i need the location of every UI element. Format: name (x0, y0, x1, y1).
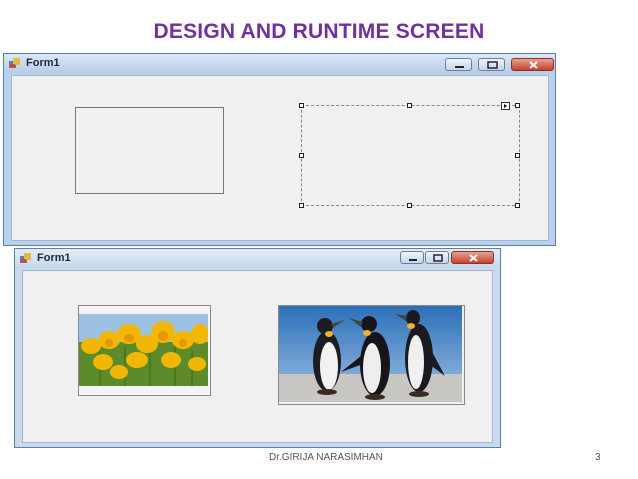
smart-tag-arrow-icon[interactable] (501, 102, 510, 110)
penguins-image (278, 305, 465, 405)
runtime-close-button[interactable] (451, 251, 494, 264)
design-form-window: Form1 (3, 53, 556, 246)
resize-handle[interactable] (515, 203, 520, 208)
slide-page-number: 3 (595, 452, 601, 463)
maximize-icon (487, 61, 498, 69)
runtime-form-title: Form1 (37, 252, 71, 264)
resize-handle[interactable] (407, 203, 412, 208)
resize-handle[interactable] (407, 103, 412, 108)
penguins-picture (279, 306, 462, 402)
design-picturebox-1[interactable] (75, 107, 224, 194)
tulips-image (78, 305, 211, 396)
runtime-maximize-button[interactable] (425, 251, 449, 264)
design-minimize-button[interactable] (445, 58, 472, 71)
design-close-button[interactable] (511, 58, 554, 71)
close-icon (469, 254, 478, 262)
tulips-picture (79, 306, 209, 393)
resize-handle[interactable] (299, 153, 304, 158)
minimize-icon (409, 259, 417, 261)
slide-footer-author: Dr.GIRIJA NARASIMHAN (269, 452, 383, 463)
resize-handle[interactable] (515, 153, 520, 158)
design-form-title: Form1 (26, 57, 60, 69)
maximize-icon (433, 254, 443, 262)
design-picturebox-2-selected[interactable] (299, 102, 520, 208)
runtime-minimize-button[interactable] (400, 251, 424, 264)
design-maximize-button[interactable] (478, 58, 505, 71)
runtime-form-window: Form1 (14, 248, 501, 448)
close-icon (529, 61, 538, 69)
design-title-bar[interactable]: Form1 (4, 54, 555, 73)
slide-title: DESIGN AND RUNTIME SCREEN (153, 20, 485, 43)
design-form-client-area (11, 75, 549, 241)
form-icon (9, 58, 20, 68)
runtime-title-bar[interactable]: Form1 (15, 249, 500, 268)
resize-handle[interactable] (299, 103, 304, 108)
form-icon (20, 253, 31, 263)
resize-handle[interactable] (515, 103, 520, 108)
resize-handle[interactable] (299, 203, 304, 208)
runtime-form-client-area (22, 270, 493, 443)
minimize-icon (455, 66, 464, 68)
